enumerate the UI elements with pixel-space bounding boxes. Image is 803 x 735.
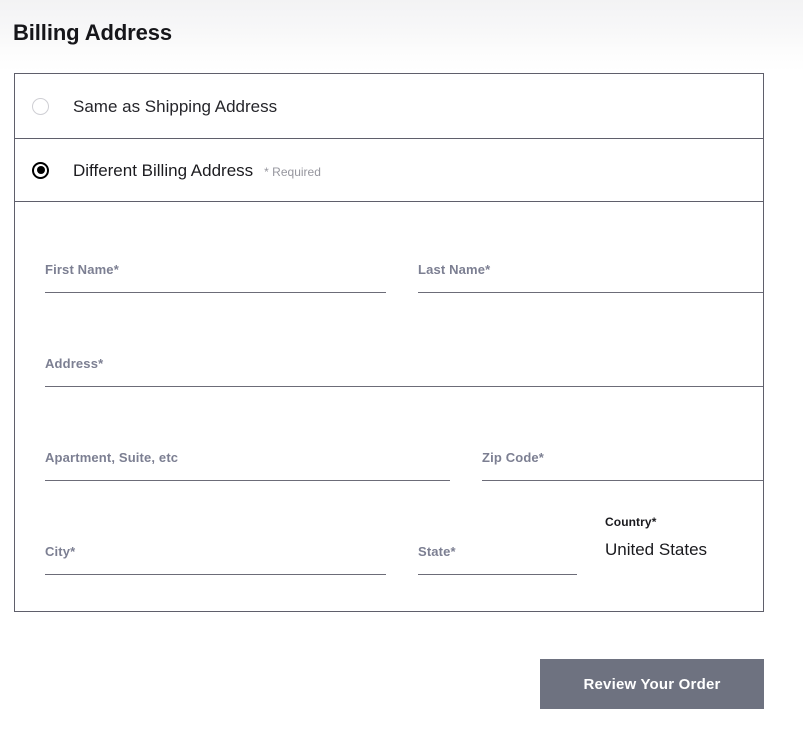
billing-address-panel: Same as Shipping Address Different Billi… [14, 73, 764, 612]
country-field: Country* United States [605, 515, 707, 560]
last-name-label: Last Name* [418, 262, 491, 277]
zip-code-field[interactable]: Zip Code* [482, 450, 763, 481]
last-name-underline [418, 292, 763, 293]
apartment-field[interactable]: Apartment, Suite, etc [45, 450, 450, 481]
radio-option-different-billing[interactable]: Different Billing Address * Required [15, 139, 763, 202]
radio-selected-icon[interactable] [32, 161, 49, 179]
city-field[interactable]: City* [45, 544, 386, 575]
review-your-order-button[interactable]: Review Your Order [540, 659, 764, 709]
radio-option-same-as-shipping[interactable]: Same as Shipping Address [15, 74, 763, 139]
city-underline [45, 574, 386, 575]
apartment-label: Apartment, Suite, etc [45, 450, 179, 465]
city-label: City* [45, 544, 76, 559]
address-underline [45, 386, 763, 387]
billing-address-form: First Name* Last Name* Address* Apartmen… [15, 202, 763, 611]
country-label: Country* [605, 515, 657, 529]
state-label: State* [418, 544, 456, 559]
required-note: * Required [264, 165, 321, 179]
zip-code-underline [482, 480, 763, 481]
state-underline [418, 574, 577, 575]
address-field[interactable]: Address* [45, 356, 763, 387]
state-field[interactable]: State* [418, 544, 577, 575]
radio-dot [36, 166, 45, 174]
radio-unselected-icon[interactable] [32, 97, 49, 115]
last-name-field[interactable]: Last Name* [418, 262, 763, 293]
radio-label-different-billing: Different Billing Address [73, 160, 254, 180]
address-label: Address* [45, 356, 104, 371]
first-name-underline [45, 292, 386, 293]
page-title: Billing Address [13, 19, 173, 45]
radio-label-same-as-shipping: Same as Shipping Address [73, 96, 278, 116]
first-name-label: First Name* [45, 262, 119, 277]
zip-code-label: Zip Code* [482, 450, 545, 465]
apartment-underline [45, 480, 450, 481]
first-name-field[interactable]: First Name* [45, 262, 386, 293]
country-value: United States [605, 540, 708, 559]
